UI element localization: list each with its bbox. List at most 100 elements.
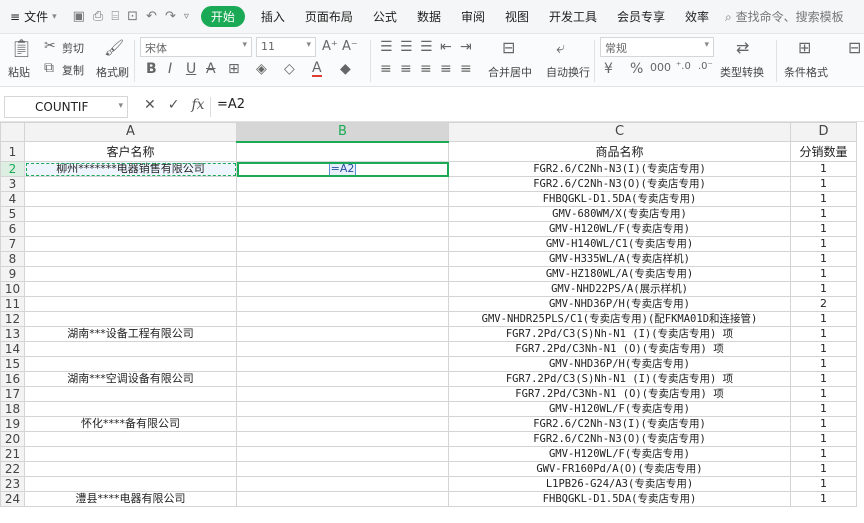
cell-product-name[interactable]: GMV-H120WL/F(专卖店专用) — [448, 446, 791, 462]
cell-customer-name[interactable]: 柳州*******电器销售有限公司 — [24, 161, 237, 177]
wrap-text-button[interactable]: 自动换行 — [546, 64, 590, 80]
italic-icon[interactable]: I — [168, 61, 172, 77]
currency-icon[interactable]: ¥ — [604, 61, 613, 77]
tab-member[interactable]: 会员专享 — [607, 8, 675, 25]
tab-data[interactable]: 数据 — [407, 8, 451, 25]
insert-function-button[interactable]: fx — [191, 97, 204, 113]
row-header[interactable]: 13 — [0, 326, 25, 342]
cell-quantity[interactable]: 1 — [790, 251, 857, 267]
cell-quantity[interactable]: 1 — [790, 221, 857, 237]
decrease-decimal-icon[interactable]: .0⁻ — [698, 61, 713, 72]
row-header[interactable]: 24 — [0, 491, 25, 507]
tab-home[interactable]: 开始 — [200, 6, 245, 27]
cell-customer-name[interactable] — [24, 356, 237, 372]
row-header[interactable]: 20 — [0, 431, 25, 447]
cell-header-b[interactable] — [236, 141, 449, 162]
row-header[interactable]: 21 — [0, 446, 25, 462]
cell-product-name[interactable]: FGR2.6/C2Nh-N3(I)(专卖店专用) — [448, 416, 791, 432]
cell-b[interactable] — [236, 236, 449, 252]
cell-quantity[interactable]: 1 — [790, 266, 857, 282]
row-header[interactable]: 17 — [0, 386, 25, 402]
cell-customer-name[interactable] — [24, 236, 237, 252]
cell-product-name[interactable]: FGR7.2Pd/C3Nh-N1 (O)(专卖店专用) 项 — [448, 386, 791, 402]
cell-quantity[interactable]: 1 — [790, 476, 857, 492]
format-painter-button[interactable]: 格式刷 — [96, 64, 129, 80]
number-format-select[interactable]: 常规 ▾ — [600, 37, 714, 57]
row-header[interactable]: 1 — [0, 141, 25, 162]
font-family-select[interactable]: 宋体 ▾ — [140, 37, 252, 57]
align-left-icon[interactable]: ≡ — [380, 61, 392, 77]
cell-customer-name[interactable] — [24, 266, 237, 282]
spreadsheet-grid[interactable]: A B C D 1 客户名称 商品名称 分销数量 2 柳州*******电器销售有… — [0, 122, 864, 523]
font-size-select[interactable]: 11 ▾ — [256, 37, 316, 57]
export-icon[interactable]: ⎙ — [93, 9, 103, 24]
cell-product-name[interactable]: FGR7.2Pd/C3(S)Nh-N1 (I)(专卖店专用) 项 — [448, 326, 791, 342]
cell-customer-name[interactable] — [24, 311, 237, 327]
merge-icon[interactable]: ⊟ — [502, 38, 515, 57]
tab-page-layout[interactable]: 页面布局 — [295, 8, 363, 25]
preview-icon[interactable]: ⊡ — [127, 9, 138, 24]
cell-product-name[interactable]: GMV-H140WL/C1(专卖店专用) — [448, 236, 791, 252]
type-convert-button[interactable]: 类型转换 — [720, 64, 764, 80]
cell-quantity[interactable]: 1 — [790, 341, 857, 357]
cell-quantity[interactable]: 1 — [790, 491, 857, 507]
font-color-icon[interactable]: A — [312, 61, 322, 77]
cell-quantity[interactable]: 1 — [790, 191, 857, 207]
cell-product-name[interactable]: FHBQGKL-D1.5DA(专卖店专用) — [448, 491, 791, 507]
formula-input[interactable]: =A2 — [210, 97, 245, 117]
cell-quantity[interactable]: 1 — [790, 371, 857, 387]
row-header[interactable]: 19 — [0, 416, 25, 432]
undo-icon[interactable]: ↶ — [146, 9, 157, 24]
cell-quantity[interactable]: 1 — [790, 356, 857, 372]
sheet-table[interactable]: A B C D 1 客户名称 商品名称 分销数量 2 柳州*******电器销售有… — [0, 122, 857, 507]
cell-product-name[interactable]: FGR2.6/C2Nh-N3(O)(专卖店专用) — [448, 176, 791, 192]
cell-quantity[interactable]: 1 — [790, 461, 857, 477]
indent-decrease-icon[interactable]: ⇤ — [440, 39, 452, 55]
cell-customer-name[interactable] — [24, 221, 237, 237]
cell-b[interactable] — [236, 386, 449, 402]
name-box[interactable]: COUNTIF ▾ — [4, 96, 128, 118]
conditional-format-icon[interactable]: ⊞ — [798, 38, 811, 57]
cell-product-name[interactable]: L1PB26-G24/A3(专卖店专用) — [448, 476, 791, 492]
cell-b[interactable] — [236, 491, 449, 507]
cell-quantity[interactable]: 2 — [790, 296, 857, 312]
cell-header-customer[interactable]: 客户名称 — [24, 141, 237, 162]
cell-product-name[interactable]: FGR2.6/C2Nh-N3(O)(专卖店专用) — [448, 431, 791, 447]
row-header[interactable]: 10 — [0, 281, 25, 297]
cell-b[interactable] — [236, 191, 449, 207]
cell-header-product[interactable]: 商品名称 — [448, 141, 791, 162]
thousands-icon[interactable]: 000 — [650, 61, 671, 74]
cell-quantity[interactable]: 1 — [790, 326, 857, 342]
tab-review[interactable]: 审阅 — [451, 8, 495, 25]
cell-customer-name[interactable] — [24, 176, 237, 192]
cell-quantity[interactable]: 1 — [790, 206, 857, 222]
row-header[interactable]: 18 — [0, 401, 25, 417]
fill-color-icon[interactable]: ◈ — [256, 61, 267, 77]
cell-b[interactable] — [236, 251, 449, 267]
conditional-format-button[interactable]: 条件格式 — [784, 64, 828, 80]
align-right-icon[interactable]: ≡ — [420, 61, 432, 77]
cell-header-quantity[interactable]: 分销数量 — [790, 141, 857, 162]
cell-quantity[interactable]: 1 — [790, 176, 857, 192]
tab-efficiency[interactable]: 效率 — [675, 8, 719, 25]
cell-b[interactable] — [236, 266, 449, 282]
row-header[interactable]: 12 — [0, 311, 25, 327]
row-header[interactable]: 8 — [0, 251, 25, 267]
cell-b[interactable] — [236, 416, 449, 432]
cell-b[interactable] — [236, 221, 449, 237]
underline-icon[interactable]: U — [186, 61, 196, 77]
row-header[interactable]: 11 — [0, 296, 25, 312]
redo-icon[interactable]: ↷ — [165, 9, 176, 24]
cell-product-name[interactable]: GMV-NHD36P/H(专卖店专用) — [448, 356, 791, 372]
cell-quantity[interactable]: 1 — [790, 446, 857, 462]
tab-view[interactable]: 视图 — [495, 8, 539, 25]
row-header[interactable]: 5 — [0, 206, 25, 222]
cell-customer-name[interactable]: 湖南***设备工程有限公司 — [24, 326, 237, 342]
cell-b[interactable] — [236, 446, 449, 462]
align-middle-icon[interactable]: ☰ — [400, 39, 413, 55]
align-top-icon[interactable]: ☰ — [380, 39, 393, 55]
column-header-b[interactable]: B — [236, 122, 449, 143]
bold-icon[interactable]: B — [146, 61, 157, 77]
cell-quantity[interactable]: 1 — [790, 236, 857, 252]
cell-product-name[interactable]: FGR2.6/C2Nh-N3(I)(专卖店专用) — [448, 161, 791, 177]
